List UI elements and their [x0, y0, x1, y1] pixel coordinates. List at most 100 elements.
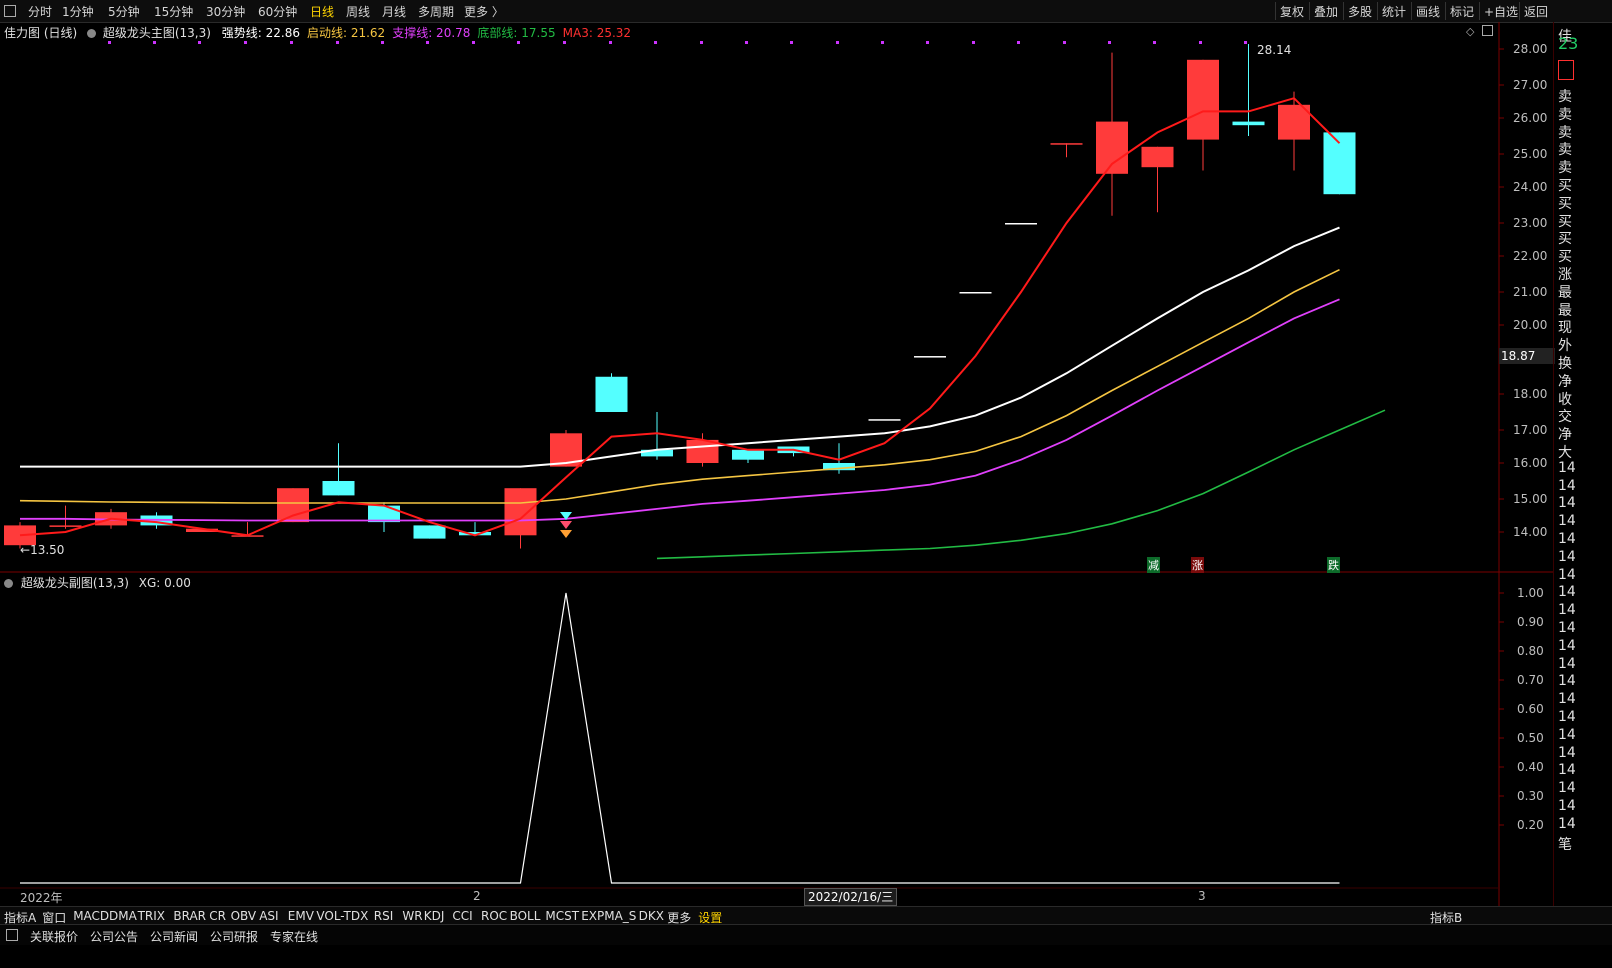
price-axis-label: 20.00 [1513, 318, 1547, 332]
candle-body [1096, 121, 1128, 174]
quote-row-label: 14 [1558, 709, 1576, 725]
candle[interactable] [914, 356, 946, 358]
indicator-tab-vol-tdx[interactable]: VOL-TDX [316, 909, 368, 923]
candle[interactable] [413, 525, 446, 539]
price-axis-label: 18.00 [1513, 387, 1547, 401]
quote-row-label: 14 [1558, 459, 1576, 476]
indicator-tab-expma-s[interactable]: EXPMA_S [581, 909, 636, 923]
candle-body [1232, 121, 1265, 126]
diamond-icon[interactable]: ◇ [1466, 25, 1474, 38]
sub-indicator-name[interactable]: 超级龙头副图(13,3) [21, 576, 129, 590]
quote-row-label: 14 [1558, 691, 1576, 708]
quote-row-label: 14 [1558, 780, 1576, 797]
signal-dot [563, 41, 566, 44]
quote-row-label: 14 [1558, 815, 1576, 832]
main-indicator-name[interactable]: 超级龙头主图(13,3) [103, 26, 211, 40]
candle[interactable] [1278, 91, 1310, 171]
candle-body [732, 449, 764, 460]
candle[interactable] [1050, 143, 1083, 158]
indicator-tab-boll[interactable]: BOLL [510, 909, 541, 923]
indicator-tab-roc[interactable]: ROC [481, 909, 507, 923]
indicator-tab-obv[interactable]: OBV [231, 909, 257, 923]
price-axis-label: 27.00 [1513, 78, 1547, 92]
signal-dot [290, 41, 293, 44]
signal-dot [609, 41, 612, 44]
bottom-line [656, 409, 1386, 560]
indicator-toggle-icon[interactable] [87, 29, 97, 38]
candle[interactable] [1005, 223, 1037, 225]
indicator-line-label-3: 底部线: 17.55 [477, 26, 556, 40]
indicator-toggle-icon[interactable] [4, 579, 13, 588]
news-tab-3[interactable]: 公司研报 [210, 928, 258, 945]
candle[interactable] [1323, 132, 1356, 195]
sub-axis-label: 0.90 [1517, 615, 1544, 629]
news-tab-4[interactable]: 专家在线 [270, 928, 318, 945]
quote-box-icon[interactable] [1558, 60, 1574, 80]
candle[interactable] [277, 488, 309, 523]
signal-dot [926, 41, 929, 44]
signal-dot [972, 41, 975, 44]
indicator-line-label-4: MA3: 25.32 [562, 26, 632, 40]
price-axis-label: 21.00 [1513, 285, 1547, 299]
signal-dot [517, 41, 520, 44]
indicator-tab-cci[interactable]: CCI [452, 909, 472, 923]
sub-axis-label: 0.40 [1517, 760, 1544, 774]
x-label-year: 2022年 [20, 891, 63, 905]
quote-row-label: 14 [1558, 477, 1576, 494]
indicator-line-label-1: 启动线: 21.62 [306, 26, 386, 40]
sub-axis-label: 0.70 [1517, 673, 1544, 687]
candle[interactable] [459, 522, 491, 536]
indicator-tab-cr[interactable]: CR [209, 909, 226, 923]
signal-dot [881, 41, 884, 44]
news-tab-0[interactable]: 关联报价 [30, 928, 78, 945]
candle[interactable] [959, 292, 992, 294]
candle-body [1187, 59, 1219, 140]
indicator-tab-asi[interactable]: ASI [259, 909, 278, 923]
candle[interactable] [322, 443, 355, 496]
news-tab-1[interactable]: 公司公告 [90, 928, 138, 945]
news-tab-2[interactable]: 公司新闻 [150, 928, 198, 945]
sub-indicator-info: 超级龙头副图(13,3) XG: 0.00 [4, 574, 191, 591]
panel-toggle-icon[interactable] [6, 929, 18, 941]
indicator-tab-macd[interactable]: MACD [73, 909, 109, 923]
indicator-tab-dma[interactable]: DMA [109, 909, 137, 923]
candle[interactable] [732, 449, 764, 463]
quote-row-label: 14 [1558, 548, 1576, 565]
xg-line [20, 592, 1340, 884]
chart-canvas[interactable]: 28.0027.0026.0025.0024.0023.0022.0021.00… [0, 0, 1553, 906]
indicator-tab-mcst[interactable]: MCST [545, 909, 579, 923]
quote-panel: 佳 23 卖卖卖卖卖买买买买买涨最最现外换净收交净大 14 14 14 14 14 14 14… [1553, 22, 1612, 944]
signal-dot [153, 41, 156, 44]
quote-row-label: 14 [1558, 620, 1576, 636]
price-axis-label: 25.00 [1513, 147, 1547, 161]
candle[interactable] [1187, 59, 1219, 171]
price-axis-label: 15.00 [1513, 492, 1547, 506]
quote-row-label: 14 [1558, 513, 1576, 530]
candle[interactable] [1141, 146, 1174, 213]
price-axis-label: 24.00 [1513, 180, 1547, 194]
quote-row-label: 14 [1558, 655, 1576, 672]
price-axis-label: 26.00 [1513, 111, 1547, 125]
indicator-tab-trix[interactable]: TRIX [138, 909, 165, 923]
signal-dot [1153, 41, 1156, 44]
candle[interactable] [49, 505, 82, 529]
indicator-tab-dkx[interactable]: DKX [639, 909, 664, 923]
indicator-tab-emv[interactable]: EMV [288, 909, 314, 923]
indicator-tab-rsi[interactable]: RSI [374, 909, 394, 923]
sub-axis-label: 0.20 [1517, 818, 1544, 832]
candle[interactable] [1096, 52, 1128, 216]
quote-row-label: 14 [1558, 602, 1576, 619]
indicator-tab-brar[interactable]: BRAR [173, 909, 206, 923]
signal-dot [1063, 41, 1066, 44]
news-bar: 关联报价 公司公告 公司新闻 公司研报 专家在线 [0, 924, 1612, 945]
indicator-tab-wr[interactable]: WR [402, 909, 422, 923]
candle[interactable] [595, 373, 628, 412]
candle[interactable] [1232, 43, 1265, 136]
quote-row-label: 14 [1558, 744, 1576, 761]
expand-icon[interactable] [1482, 25, 1493, 36]
indicator-tab-kdj[interactable]: KDJ [424, 909, 445, 923]
candle[interactable] [868, 419, 901, 421]
signal-dot [790, 41, 793, 44]
candle[interactable] [368, 502, 400, 532]
signal-dot [654, 41, 657, 44]
